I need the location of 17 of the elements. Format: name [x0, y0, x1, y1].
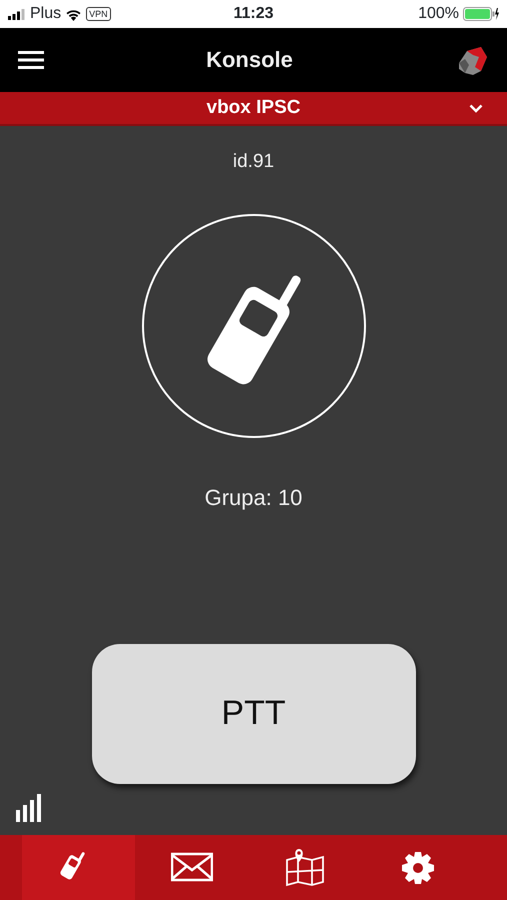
channel-name[interactable]: vbox IPSC: [206, 94, 300, 122]
map-icon: [284, 848, 326, 888]
battery-icon: [463, 7, 500, 21]
battery-percent: 100%: [418, 4, 460, 24]
menu-button[interactable]: [18, 48, 44, 72]
talk-group: Grupa: 10: [204, 480, 302, 514]
device-id: id.91: [232, 150, 274, 174]
chevron-down-icon[interactable]: [469, 104, 483, 112]
signal-strength-icon: [16, 794, 43, 822]
cellular-signal-icon: [8, 8, 26, 20]
clock-time: 11:23: [233, 5, 274, 22]
radio-tab[interactable]: [22, 835, 135, 900]
wifi-icon: [65, 8, 82, 20]
ptt-button[interactable]: PTT: [92, 644, 416, 784]
carrier-name: Plus: [30, 4, 62, 24]
screen-title: Konsole: [206, 46, 293, 74]
vpn-badge: VPN: [86, 7, 111, 21]
